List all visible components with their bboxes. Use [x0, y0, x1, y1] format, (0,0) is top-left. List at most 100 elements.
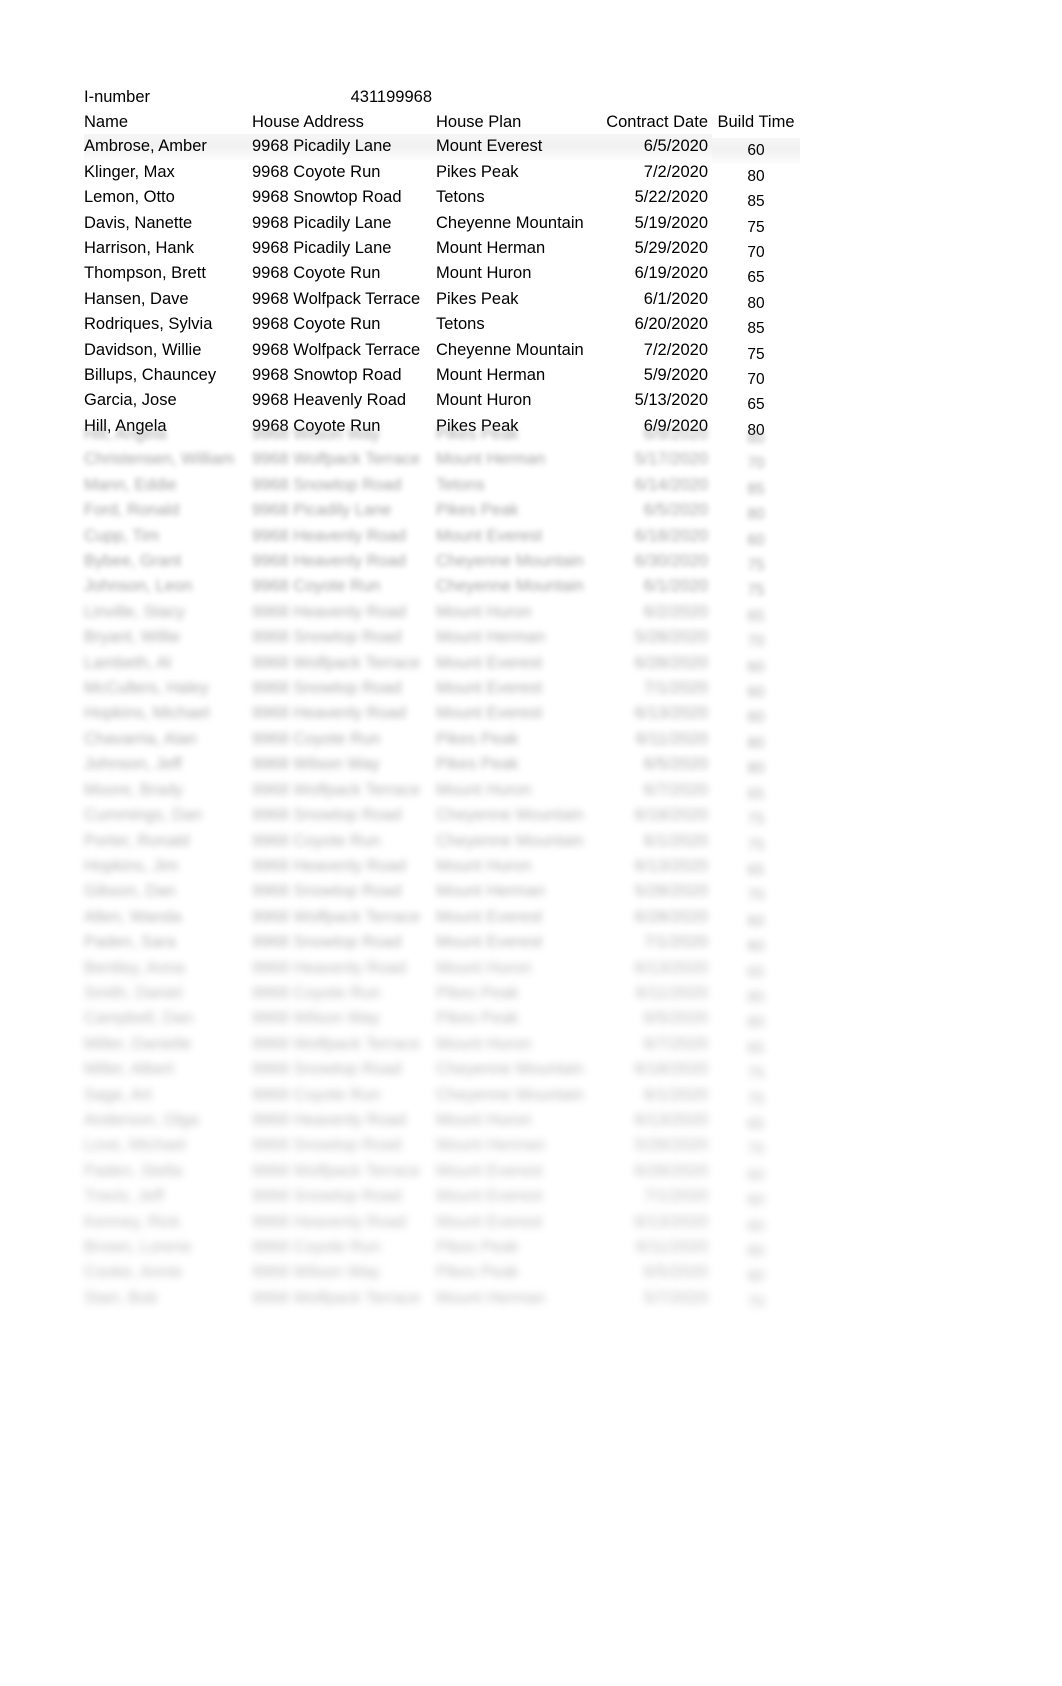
table-row: Klinger, Max 9968 Coyote Run Pikes Peak 7/2… — [84, 160, 800, 185]
cell-build: 70 — [747, 1293, 765, 1311]
cell-date: 6/7/2020 — [643, 1034, 708, 1053]
cell-plan: Mount Huron — [436, 780, 532, 799]
cell-address: 9968 Snowtop Road — [252, 188, 402, 207]
cell-address: 9968 Heavenly Road — [252, 391, 407, 410]
cell-name: Bryant, Willie — [84, 628, 181, 647]
cell-name: Ford, Ronald — [84, 501, 180, 520]
obscured-table-row: Allen, Wanda 9968 Wolfpack Terrace Mount E… — [84, 905, 800, 930]
cell-date: 6/7/2020 — [643, 780, 708, 799]
cell-address: 9968 Snowtop Road — [252, 882, 402, 901]
cell-plan: Pikes Peak — [436, 755, 519, 774]
cell-plan: Mount Everest — [436, 653, 543, 672]
cell-address: 9968 Wolfpack Terrace — [252, 907, 421, 926]
obscured-table-row: Anderson, Olga 9968 Heavenly Road Mount Hu… — [84, 1108, 800, 1133]
table-row: Thompson, Brett 9968 Coyote Run Mount Huro… — [84, 261, 800, 286]
cell-date: 5/29/2020 — [634, 239, 708, 258]
cell-name: Gibson, Dan — [84, 882, 176, 901]
column-header-plan: House Plan — [436, 113, 522, 131]
obscured-table-row: Bryant, Willie 9968 Snowtop Road Mount Her… — [84, 625, 800, 650]
column-header-date: Contract Date — [606, 113, 708, 131]
cell-plan: Cheyenne Mountain — [436, 340, 584, 359]
cell-address: 9968 Picadily Lane — [252, 134, 436, 160]
cell-plan: Tetons — [436, 475, 485, 494]
cell-address: 9968 Heavenly Road — [252, 552, 407, 571]
obscured-row-band: Moore, Brady 9968 Wolfpack Terrace Mount H… — [84, 778, 800, 956]
obscured-table-row: Hopkins, Jim 9968 Heavenly Road Mount Huro… — [84, 854, 800, 879]
cell-name: Thompson, Brett — [84, 264, 206, 283]
cell-address: 9968 Snowtop Road — [252, 933, 402, 952]
cell-plan: Mount Huron — [436, 602, 532, 621]
cell-date: 5/22/2020 — [634, 188, 708, 207]
cell-date: 6/18/2020 — [634, 526, 708, 545]
cell-plan: Mount Everest — [436, 704, 543, 723]
cell-plan: Mount Herman — [436, 628, 546, 647]
cell-date: 5/17/2020 — [634, 450, 708, 469]
cell-address: 9968 Snowtop Road — [252, 806, 402, 825]
cell-plan: Mount Herman — [436, 239, 546, 258]
cell-address: 9968 Wolfpack Terrace — [252, 780, 421, 799]
cell-plan: Mount Everest — [436, 526, 543, 545]
obscured-table-row: Cummings, Dan 9968 Snowtop Road Cheyenne M… — [84, 803, 800, 828]
cell-plan: Cheyenne Mountain — [436, 1060, 584, 1079]
cell-build: 60 — [747, 1217, 765, 1235]
cell-name: Miller, Albert — [84, 1060, 174, 1079]
cell-name: Hansen, Dave — [84, 289, 189, 308]
table-row: Davis, Nanette 9968 Picadily Lane Cheyenne… — [84, 211, 800, 236]
cell-name: Paden, Stella — [84, 1161, 183, 1180]
cell-build: 80 — [747, 1268, 765, 1286]
cell-date: 6/2/2020 — [643, 602, 708, 621]
cell-plan: Mount Huron — [436, 1110, 532, 1129]
obscured-table-row: Miller, Albert 9968 Snowtop Road Cheyenne … — [84, 1057, 800, 1082]
cell-plan: Mount Huron — [436, 391, 532, 410]
cell-plan: Mount Herman — [436, 1288, 546, 1307]
cell-name: McCullers, Haley — [84, 679, 209, 698]
inumber-label: I-number — [84, 88, 151, 106]
table-row: Ambrose, Amber 9968 Picadily Lane Mount Ev… — [84, 134, 800, 164]
cell-plan: Pikes Peak — [436, 1009, 519, 1028]
cell-build: 65 — [747, 1039, 765, 1057]
column-header-build: Build Time — [717, 113, 795, 131]
cell-date: 6/9/2020 — [643, 416, 708, 435]
obscured-table-row: Chavarria, Alan 9968 Coyote Run Pikes Peak… — [84, 727, 800, 752]
obscured-table-row: Cupp, Tim 9968 Heavenly Road Mount Everest… — [84, 524, 800, 549]
table-body: Ambrose, Amber 9968 Picadily Lane Mount Ev… — [84, 134, 800, 439]
cell-date: 6/5/2020 — [596, 134, 712, 160]
cell-build: 80 — [747, 421, 765, 439]
cell-build: 65 — [747, 1115, 765, 1133]
cell-plan: Pikes Peak — [436, 289, 519, 308]
cell-date: 6/5/2020 — [643, 755, 708, 774]
cell-plan: Mount Everest — [436, 1161, 543, 1180]
cell-plan: Tetons — [436, 315, 485, 334]
cell-build: 60 — [747, 938, 765, 956]
cell-date: 6/28/2020 — [634, 1161, 708, 1180]
cell-build: 65 — [747, 861, 765, 879]
cell-address: 9968 Snowtop Road — [252, 475, 402, 494]
cell-name: Sage, Art — [84, 1085, 152, 1104]
cell-date: 6/28/2020 — [634, 653, 708, 672]
cell-address: 9968 Heavenly Road — [252, 526, 407, 545]
cell-name: Davis, Nanette — [84, 213, 193, 232]
cell-address: 9968 Snowtop Road — [252, 628, 402, 647]
table-header-row: Name House Address House Plan Contract D… — [84, 110, 800, 134]
obscured-table-row: Sage, Art 9968 Coyote Run Cheyenne Mountai… — [84, 1083, 800, 1108]
cell-name: Lambeth, Al — [84, 653, 172, 672]
cell-build: 85 — [747, 193, 765, 211]
cell-build: 80 — [747, 1243, 765, 1260]
cell-date: 6/1/2020 — [643, 289, 708, 308]
cell-build: 70 — [747, 633, 765, 651]
table-row: Rodriques, Sylvia 9968 Coyote Run Tetons 6/… — [84, 312, 800, 337]
cell-address: 9968 Heavenly Road — [252, 704, 407, 723]
cell-build: 70 — [747, 887, 765, 905]
obscured-table-row: Johnson, Leon 9968 Coyote Run Cheyenne Mou… — [84, 574, 800, 599]
cell-date: 5/9/2020 — [643, 366, 708, 385]
cell-address: 9968 Snowtop Road — [252, 679, 402, 698]
obscured-table-row: Smith, Daniel 9968 Coyote Run Pikes Peak 6/… — [84, 981, 800, 1006]
cell-plan: Mount Herman — [436, 1136, 546, 1155]
cell-name: Anderson, Olga — [84, 1110, 199, 1129]
cell-build: 85 — [747, 320, 765, 338]
cell-address: 9968 Snowtop Road — [252, 1060, 402, 1079]
cell-name: Ambrose, Amber — [84, 134, 252, 160]
cell-plan: Pikes Peak — [436, 162, 519, 181]
cell-build: 85 — [747, 480, 765, 498]
cell-name: Starr, Bob — [84, 1288, 158, 1307]
